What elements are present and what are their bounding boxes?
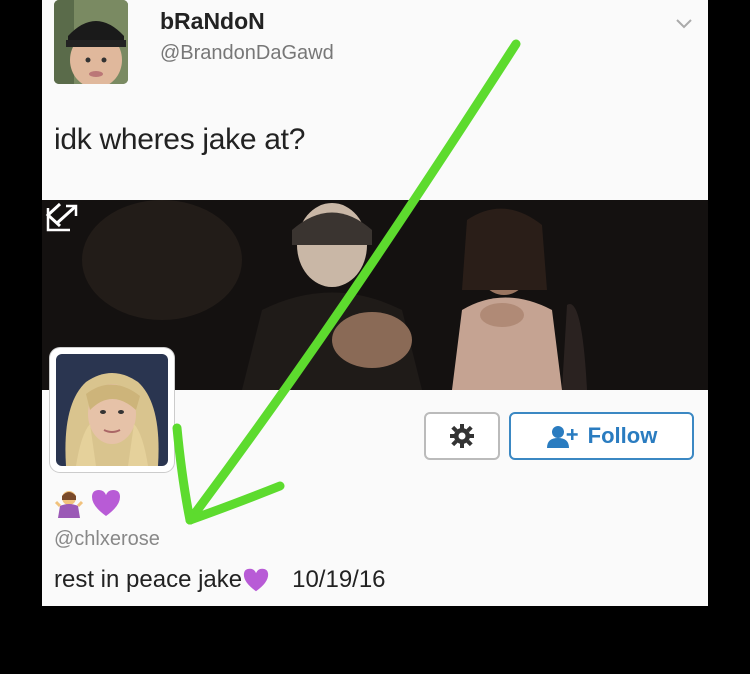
- purple-heart-emoji: [243, 568, 269, 592]
- profile-avatar[interactable]: [50, 348, 174, 472]
- author-avatar[interactable]: [54, 0, 128, 84]
- add-user-icon: [546, 426, 578, 448]
- author-handle[interactable]: @BrandonDaGawd: [160, 42, 334, 65]
- follow-button[interactable]: Follow: [509, 412, 694, 460]
- bio-emoji-row: [54, 486, 122, 520]
- post-text: rest in peace jake: [54, 566, 243, 593]
- expand-icon[interactable]: [42, 200, 82, 236]
- tweet-card: bRaNdoN @BrandonDaGawd idk wheres jake a…: [42, 0, 708, 606]
- post-date: 10/19/16: [292, 566, 386, 593]
- settings-button[interactable]: [424, 412, 500, 460]
- purple-heart-emoji: [92, 490, 120, 516]
- profile-handle[interactable]: @chlxerose: [54, 528, 160, 551]
- profile-post: rest in peace jake 10/19/16: [54, 566, 386, 594]
- chevron-down-icon[interactable]: [674, 16, 694, 30]
- tweet-text: idk wheres jake at?: [54, 123, 306, 156]
- author-display-name[interactable]: bRaNdoN: [160, 8, 265, 35]
- follow-label: Follow: [587, 423, 658, 448]
- person-shrugging-emoji: [54, 491, 84, 518]
- gear-icon: [450, 424, 474, 448]
